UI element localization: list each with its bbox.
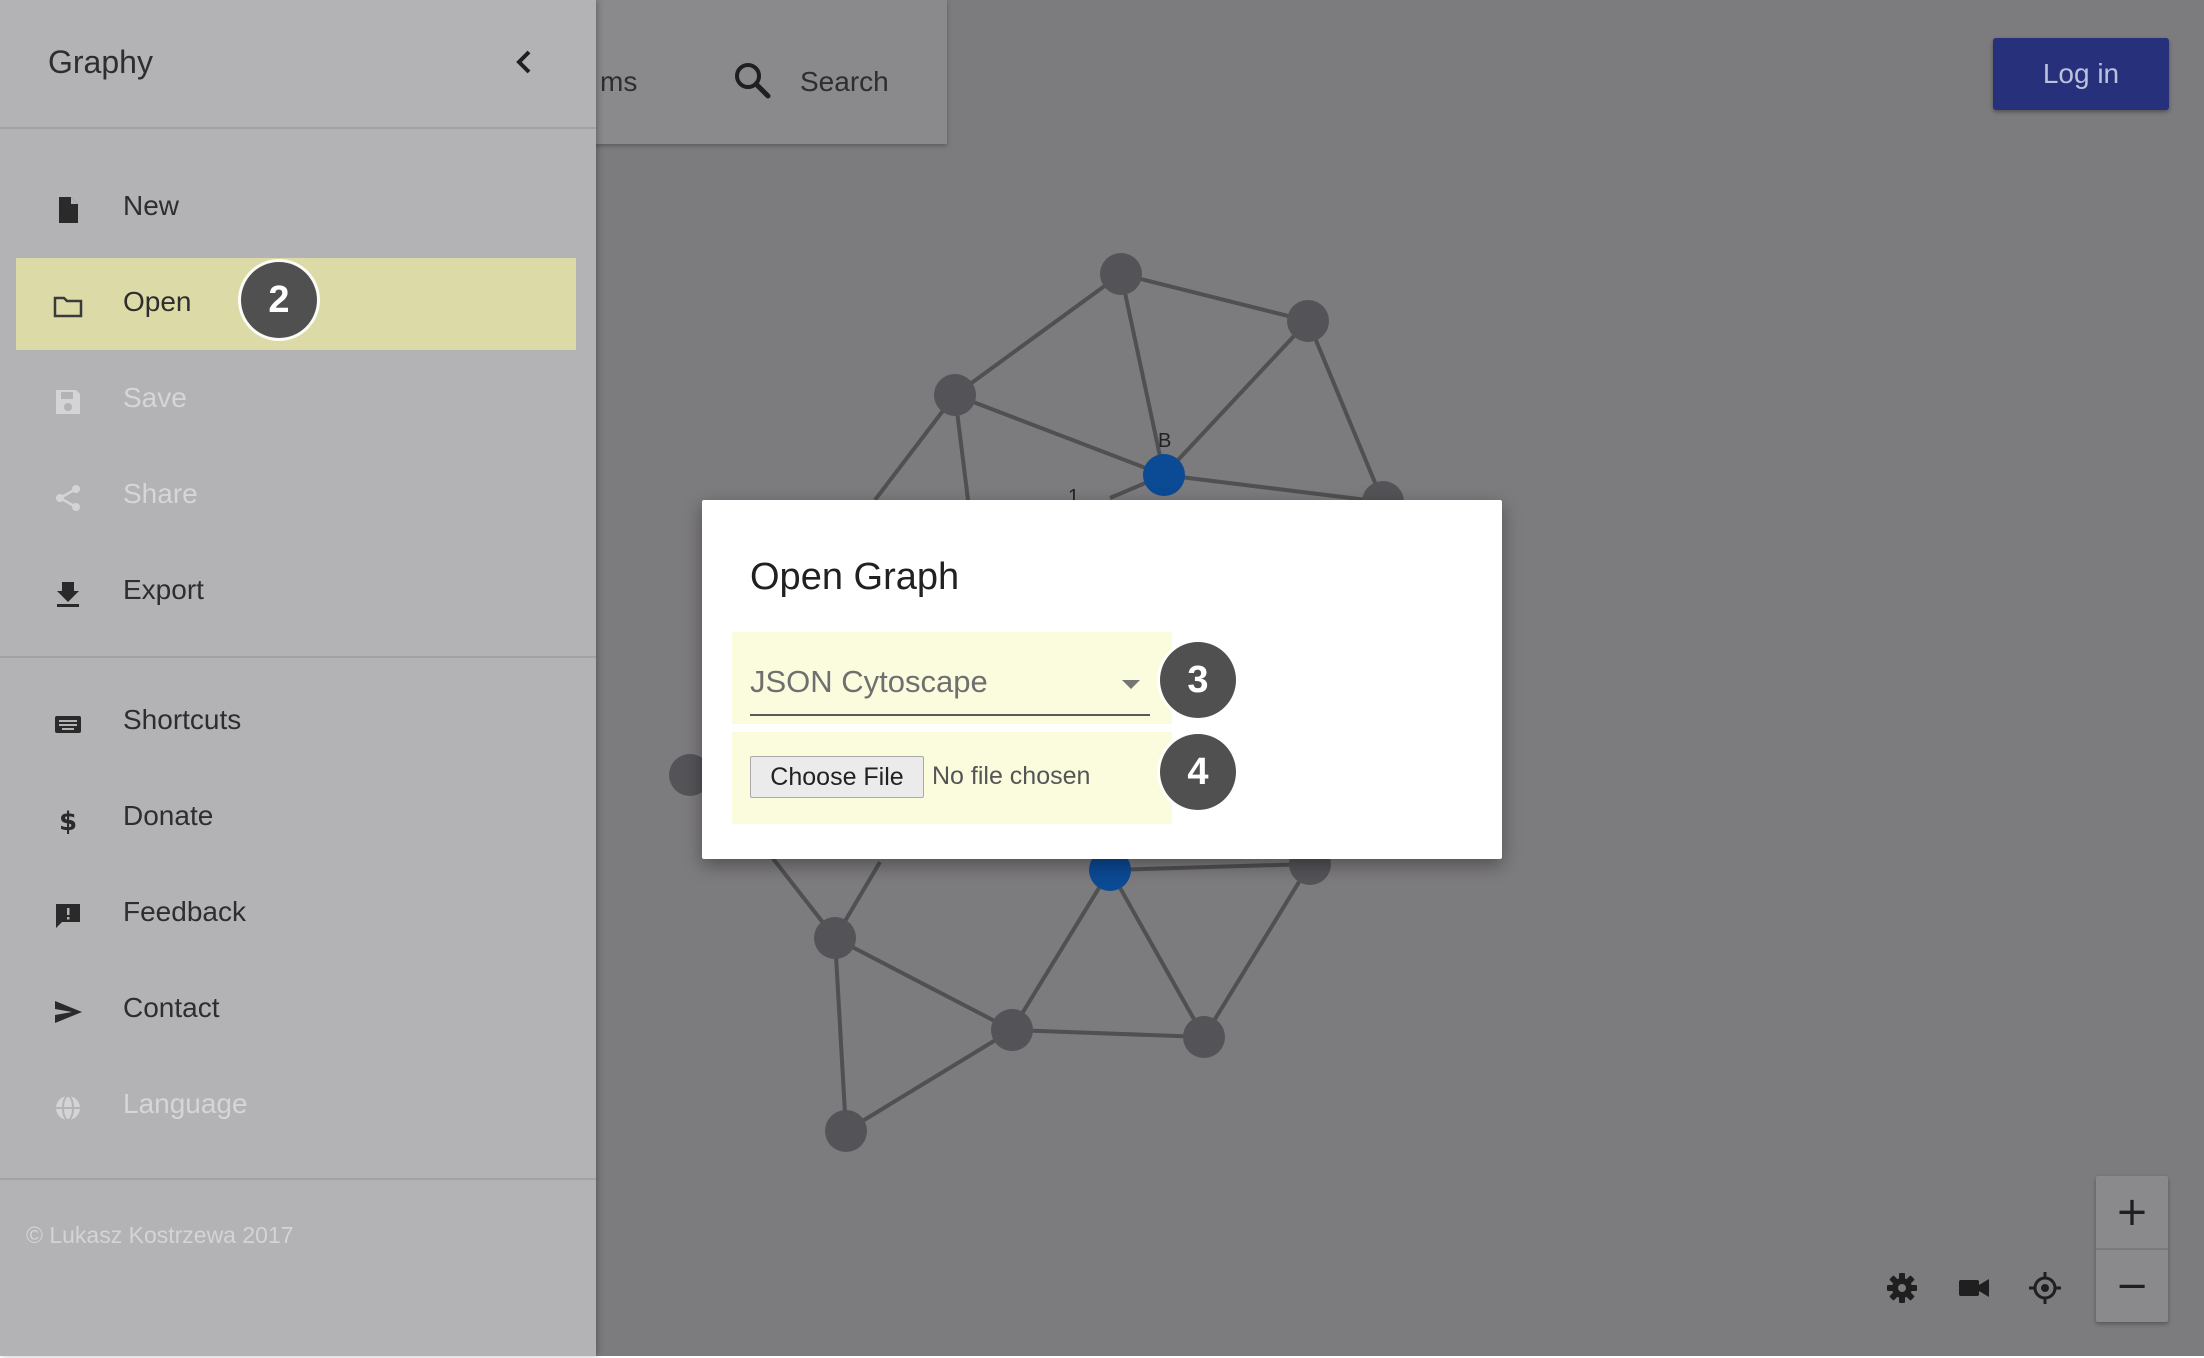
menu-label-donate: Donate [123,800,214,831]
menu-item-save[interactable]: Save [16,354,576,446]
graph-node[interactable] [1100,253,1142,295]
copyright-text: © Lukasz Kostrzewa 2017 [26,1222,294,1248]
menu-item-donate[interactable]: $ Donate [16,772,576,864]
folder-icon [53,296,83,318]
save-icon [56,390,80,414]
menu-label-new: New [123,190,180,221]
dollar-icon: $ [59,807,77,836]
menu-item-contact[interactable]: Contact [16,964,576,1056]
choose-file-button[interactable]: Choose File [750,756,924,798]
chevron-left-icon[interactable] [508,46,540,78]
open-graph-dialog: Open Graph JSON Cytoscape Choose File No… [702,500,1502,859]
step-badge-3: 3 [1160,642,1236,718]
graph-edge [1163,473,1384,504]
drawer-divider [0,127,596,129]
graph-edge [834,936,1013,1032]
menu-item-language[interactable]: Language [16,1060,576,1152]
graph-node-b[interactable] [1143,454,1185,496]
graph-edge [1109,862,1311,872]
graph-edge [953,272,1123,397]
menu-item-new[interactable]: New [16,162,576,254]
menu-item-feedback[interactable]: Feedback [16,868,576,960]
globe-icon [56,1095,80,1121]
format-select-value: JSON Cytoscape [750,664,988,699]
drawer-divider [0,656,596,658]
graph-edge [833,937,848,1132]
step-badge-4: 4 [1160,734,1236,810]
menu-label-shortcuts: Shortcuts [123,704,242,735]
drawer-divider [0,1178,596,1180]
menu-label-feedback: Feedback [123,896,246,927]
side-drawer: Graphy New Open Save Share Export Shortc… [0,0,596,1356]
graph-edge [844,1028,1014,1133]
menu-label-contact: Contact [123,992,220,1023]
menu-item-export[interactable]: Export [16,546,576,638]
zoom-controls: + − [2096,1176,2168,1322]
file-icon [59,197,78,223]
menu-item-share[interactable]: Share [16,450,576,542]
keyboard-icon [55,716,81,733]
locate-icon[interactable] [2027,1270,2063,1306]
app-screen: ms Search Log in B 1 + − Graphy New Open… [0,0,2204,1358]
graph-node[interactable] [934,374,976,416]
graph-edge [954,393,1165,477]
menu-label-save: Save [123,382,187,413]
menu-label-open: Open [123,286,192,317]
download-icon [57,582,79,607]
node-label-b: B [1158,430,1171,452]
graph-edge [1306,320,1385,503]
settings-gear-icon[interactable] [1884,1270,1920,1306]
graph-edge [1162,319,1310,477]
step-badge-2: 2 [241,262,317,338]
graph-node[interactable] [1183,1016,1225,1058]
dropdown-arrow-icon [1122,680,1140,689]
graph-node[interactable] [814,917,856,959]
graph-edge [1108,869,1206,1038]
file-status-text: No file chosen [932,762,1091,790]
graph-edge [1011,1028,1205,1039]
menu-item-shortcuts[interactable]: Shortcuts [16,676,576,768]
feedback-icon [56,904,80,928]
zoom-in-button[interactable]: + [2096,1176,2168,1248]
svg-text:$: $ [59,807,77,836]
graph-node[interactable] [825,1110,867,1152]
video-camera-icon[interactable] [1956,1270,1992,1306]
drawer-header: Graphy [0,0,596,127]
menu-label-language: Language [123,1088,248,1119]
share-icon [56,485,80,511]
app-title: Graphy [48,44,153,80]
dialog-title: Open Graph [750,556,960,598]
send-icon [55,1001,82,1023]
graph-edge [1120,272,1309,323]
graph-edge [1010,868,1112,1032]
graph-node[interactable] [1287,300,1329,342]
menu-label-share: Share [123,478,198,509]
format-select[interactable]: JSON Cytoscape [750,658,1150,716]
graph-node[interactable] [991,1009,1033,1051]
menu-label-export: Export [123,574,204,605]
zoom-out-button[interactable]: − [2096,1250,2168,1322]
graph-edge [1202,862,1312,1039]
